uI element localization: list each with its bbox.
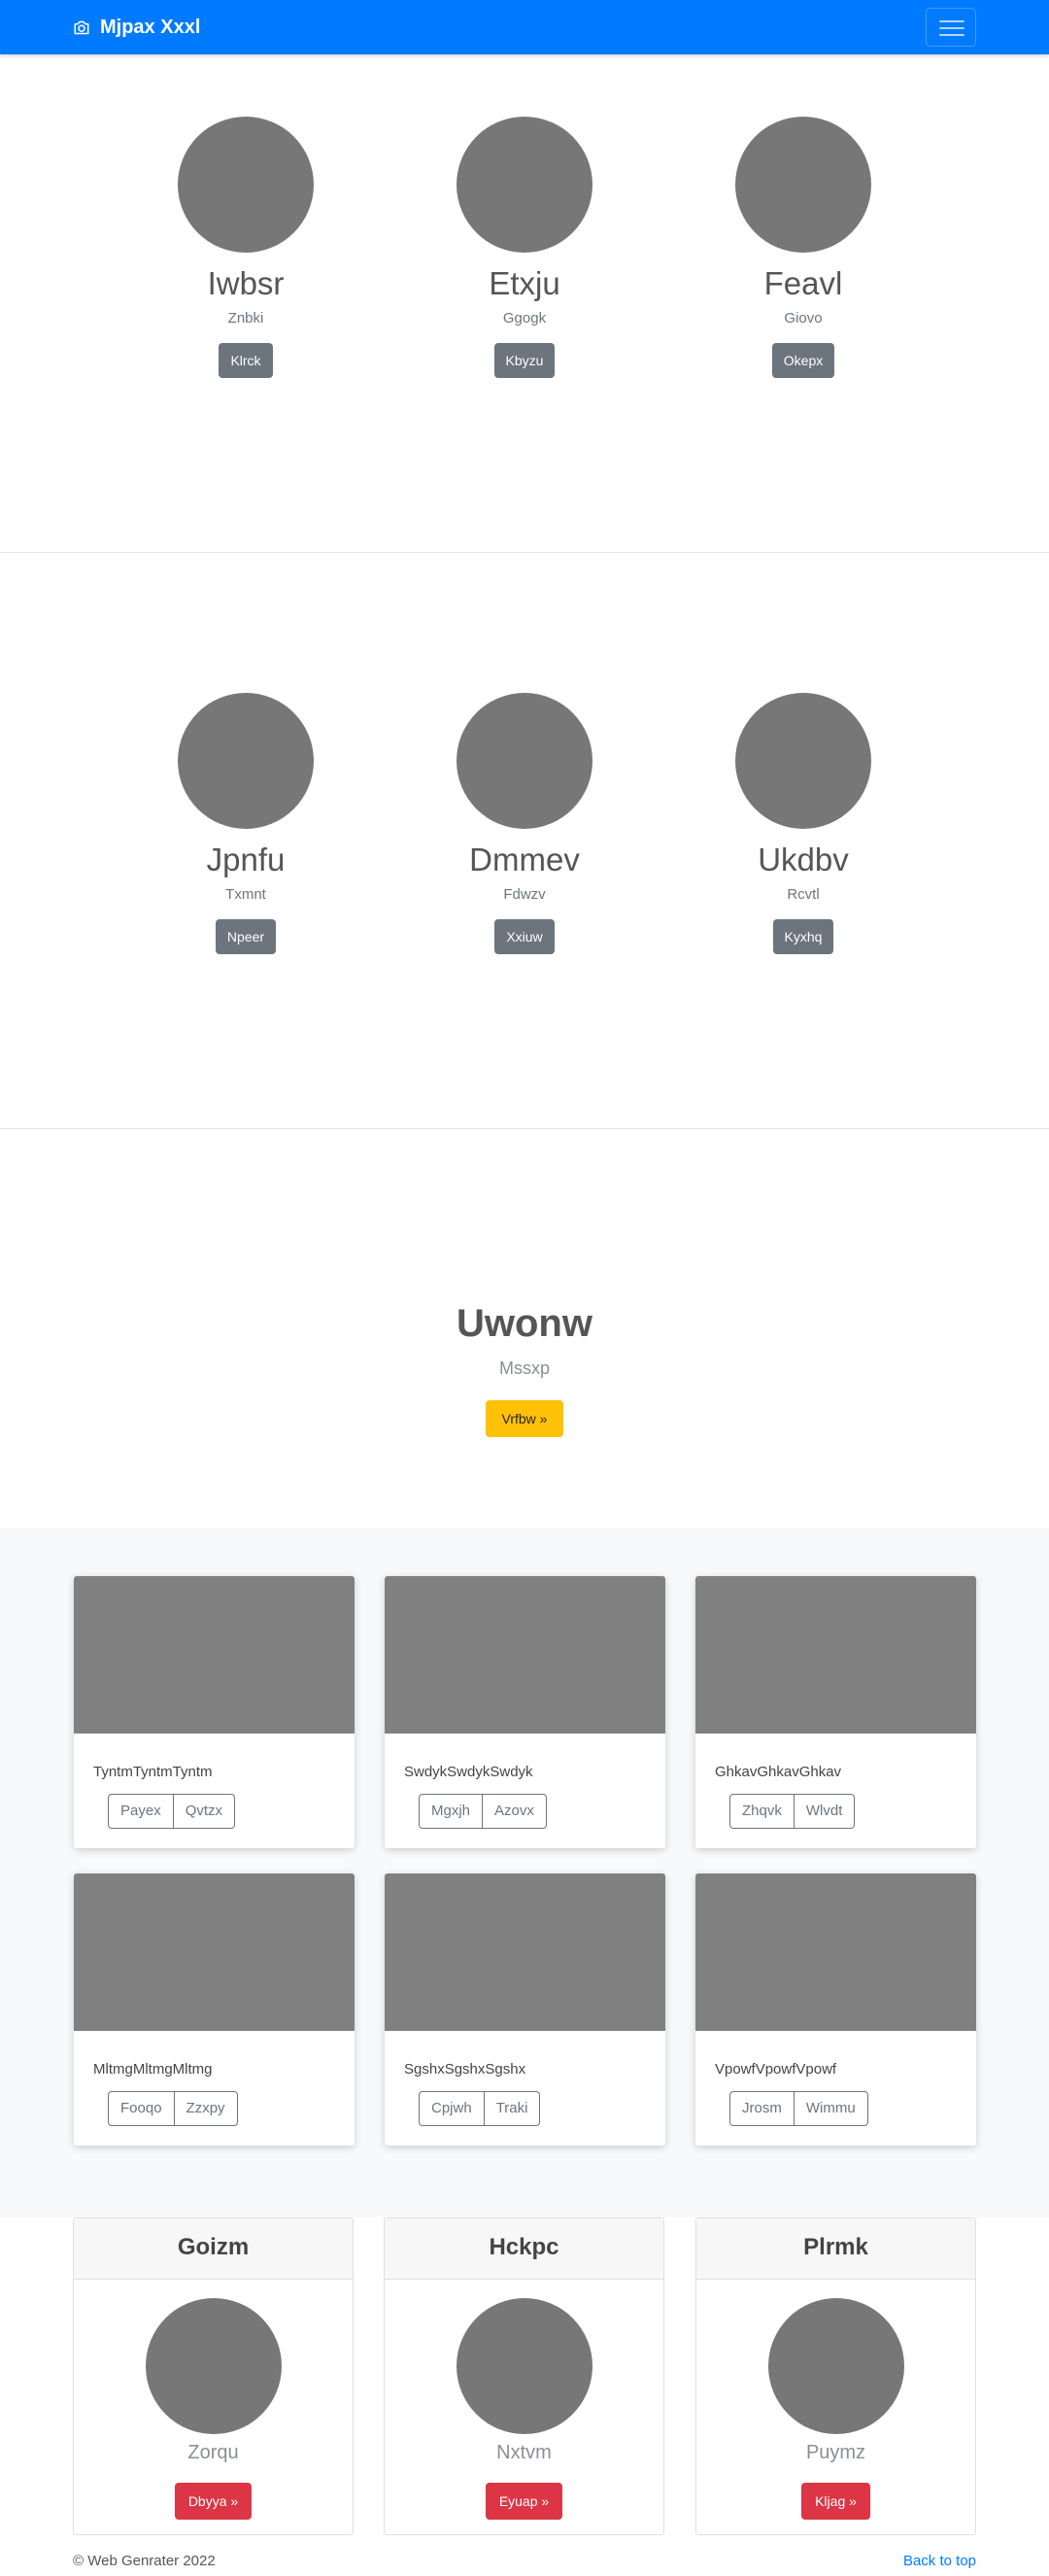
card-button[interactable]: Cpjwh xyxy=(419,2091,485,2126)
footer-copyright: © Web Genrater 2022 xyxy=(73,2553,216,2569)
card-button[interactable]: Wimmu xyxy=(793,2091,868,2126)
card-subtitle: Zorqu xyxy=(187,2442,239,2463)
section-divider xyxy=(0,552,1049,553)
back-to-top-link[interactable]: Back to top xyxy=(903,2553,976,2569)
navbar: Mjpax Xxxl xyxy=(0,0,1049,54)
card-button[interactable]: Mgxjh xyxy=(419,1794,484,1829)
card-button[interactable]: Zhqvk xyxy=(729,1794,795,1829)
avatar xyxy=(767,2298,904,2434)
card-action-button[interactable]: Eyuap » xyxy=(485,2483,563,2520)
person-subtitle: Ggogk xyxy=(502,310,547,326)
person-button[interactable]: Kbyzu xyxy=(493,343,556,378)
person-card: Iwbsr Znbki Klrck xyxy=(139,117,353,378)
avatar xyxy=(178,117,314,253)
person-card: Feavl Giovo Okepx xyxy=(696,117,910,378)
card-button-group: Payex Qvtzx xyxy=(108,1794,236,1829)
person-card: Etxju Ggogk Kbyzu xyxy=(418,117,631,378)
person-card: Jpnfu Txmnt Npeer xyxy=(139,693,353,954)
card-button[interactable]: Qvtzx xyxy=(172,1794,236,1829)
person-button[interactable]: Xxiuw xyxy=(494,919,555,954)
card-thumbnail xyxy=(385,1873,665,2031)
avatar xyxy=(735,693,871,829)
avatar xyxy=(145,2298,282,2434)
album-card: VpowfVpowfVpowf Jrosm Wimmu xyxy=(695,1873,976,2146)
card-thumbnail xyxy=(695,1873,976,2031)
person-subtitle: Znbki xyxy=(227,310,264,326)
card-text: MltmgMltmgMltmg xyxy=(93,2061,213,2078)
person-button[interactable]: Kyxhq xyxy=(772,919,834,954)
card-thumbnail xyxy=(385,1576,665,1734)
card-button-group: Mgxjh Azovx xyxy=(419,1794,547,1829)
avatar xyxy=(457,693,592,829)
album-card: MltmgMltmgMltmg Fooqo Zzxpy xyxy=(74,1873,355,2146)
card-button-group: Cpjwh Traki xyxy=(419,2091,541,2126)
hero-title: Uwonw xyxy=(457,1302,592,1345)
card-header: Goizm xyxy=(74,2218,353,2280)
profile-card: Goizm Zorqu Dbyya » xyxy=(73,2217,354,2535)
card-text: GhkavGhkavGhkav xyxy=(715,1764,842,1780)
card-button[interactable]: Fooqo xyxy=(108,2091,175,2126)
album-card: GhkavGhkavGhkav Zhqvk Wlvdt xyxy=(695,1576,976,1848)
card-thumbnail xyxy=(74,1576,355,1734)
card-button[interactable]: Zzxpy xyxy=(173,2091,238,2126)
person-button[interactable]: Npeer xyxy=(215,919,277,954)
avatar xyxy=(456,2298,592,2434)
card-text: VpowfVpowfVpowf xyxy=(715,2061,837,2078)
card-button[interactable]: Traki xyxy=(483,2091,541,2126)
album-section: TyntmTyntmTyntm Payex Qvtzx SwdykSwdykSw… xyxy=(0,1528,1049,2217)
person-name: Ukdbv xyxy=(758,841,849,877)
person-button[interactable]: Okepx xyxy=(771,343,835,378)
card-button[interactable]: Jrosm xyxy=(729,2091,795,2126)
card-button-group: Fooqo Zzxpy xyxy=(108,2091,238,2126)
person-subtitle: Fdwzv xyxy=(503,886,546,903)
person-button[interactable]: Klrck xyxy=(219,343,273,378)
person-name: Iwbsr xyxy=(207,265,285,301)
card-text: SwdykSwdykSwdyk xyxy=(404,1764,533,1780)
card-subtitle: Puymz xyxy=(805,2442,866,2463)
person-name: Jpnfu xyxy=(206,841,286,877)
album-card: SwdykSwdykSwdyk Mgxjh Azovx xyxy=(385,1576,665,1848)
card-header: Plrmk xyxy=(696,2218,975,2280)
album-card: TyntmTyntmTyntm Payex Qvtzx xyxy=(74,1576,355,1848)
person-name: Etxju xyxy=(489,265,560,301)
profile-card: Hckpc Nxtvm Eyuap » xyxy=(384,2217,664,2535)
card-text: TyntmTyntmTyntm xyxy=(93,1764,213,1780)
person-subtitle: Txmnt xyxy=(225,886,266,903)
camera-icon xyxy=(74,20,89,34)
person-card: Dmmev Fdwzv Xxiuw xyxy=(418,693,631,954)
brand-label: Mjpax Xxxl xyxy=(100,16,201,38)
hero-subtitle: Mssxp xyxy=(498,1358,550,1378)
person-name: Feavl xyxy=(763,265,843,301)
navbar-toggler-button[interactable] xyxy=(926,8,976,47)
card-action-button[interactable]: Kljag » xyxy=(801,2483,870,2520)
person-card: Ukdbv Rcvtl Kyxhq xyxy=(696,693,910,954)
card-thumbnail xyxy=(695,1576,976,1734)
navbar-brand[interactable]: Mjpax Xxxl xyxy=(73,0,200,54)
card-action-button[interactable]: Dbyya » xyxy=(174,2483,253,2520)
person-subtitle: Giovo xyxy=(784,310,823,326)
card-button-group: Zhqvk Wlvdt xyxy=(729,1794,856,1829)
section-divider xyxy=(0,1128,1049,1129)
avatar xyxy=(178,693,314,829)
avatar xyxy=(457,117,592,253)
card-button[interactable]: Wlvdt xyxy=(793,1794,856,1829)
person-name: Dmmev xyxy=(469,841,580,877)
profile-card: Plrmk Puymz Kljag » xyxy=(695,2217,976,2535)
avatar xyxy=(735,117,871,253)
card-button[interactable]: Azovx xyxy=(482,1794,547,1829)
hero-button[interactable]: Vrfbw » xyxy=(486,1400,563,1437)
card-subtitle: Nxtvm xyxy=(496,2442,552,2463)
person-subtitle: Rcvtl xyxy=(787,886,820,903)
card-thumbnail xyxy=(74,1873,355,2031)
card-button-group: Jrosm Wimmu xyxy=(729,2091,868,2126)
album-card: SgshxSgshxSgshx Cpjwh Traki xyxy=(385,1873,665,2146)
card-button[interactable]: Payex xyxy=(108,1794,174,1829)
card-text: SgshxSgshxSgshx xyxy=(404,2061,526,2078)
card-header: Hckpc xyxy=(385,2218,663,2280)
